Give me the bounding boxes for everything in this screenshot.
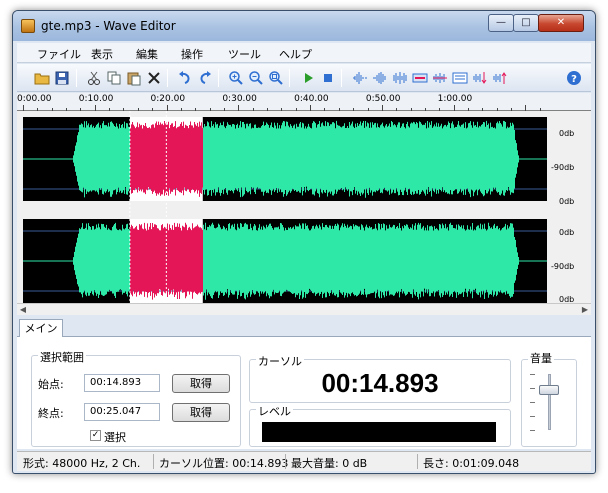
slider-tick xyxy=(530,402,535,403)
window-title: gte.mp3 - Wave Editor xyxy=(41,19,176,33)
status-bar: 形式: 48000 Hz, 2 Ch. カーソル位置: 00:14.893 最大… xyxy=(17,451,591,471)
wave-effect-5-icon[interactable] xyxy=(431,69,449,87)
help-icon[interactable]: ? xyxy=(565,69,583,87)
wave-effect-4-icon[interactable] xyxy=(411,69,429,87)
volume-title: 音量 xyxy=(528,350,554,366)
ruler-label: 1:00.00 xyxy=(437,94,473,104)
level-title: レベル xyxy=(256,403,293,419)
status-separator xyxy=(285,454,286,469)
menu-help[interactable]: ヘルプ xyxy=(279,46,312,62)
toolbar-separator xyxy=(341,69,342,87)
menu-edit[interactable]: 編集 xyxy=(136,46,158,62)
wave-effect-8-icon[interactable] xyxy=(491,69,509,87)
folder-open-icon[interactable] xyxy=(33,69,51,87)
selection-title: 選択範囲 xyxy=(38,349,86,365)
waveform-view[interactable]: 0db -90db 0db 0db -90db 0db xyxy=(17,111,591,304)
app-icon xyxy=(21,19,35,33)
title-bar[interactable]: gte.mp3 - Wave Editor — □ ✕ xyxy=(13,11,595,41)
start-time-input[interactable]: 00:14.893 xyxy=(84,374,160,392)
svg-text:?: ? xyxy=(571,74,577,85)
ruler-label: 0:00.00 xyxy=(17,94,52,104)
status-max-volume: 最大音量: 0 dB xyxy=(291,457,368,470)
menu-tools[interactable]: ツール xyxy=(228,46,261,62)
ruler-label: 0:40.00 xyxy=(294,94,329,104)
volume-slider-track[interactable] xyxy=(548,374,551,430)
delete-icon[interactable] xyxy=(145,69,163,87)
status-separator xyxy=(417,454,418,469)
volume-group: 音量 xyxy=(521,350,577,447)
scroll-left-icon[interactable]: ◀ xyxy=(17,304,29,315)
wave-editor-window: gte.mp3 - Wave Editor — □ ✕ ファイル 表示 編集 操… xyxy=(12,10,596,474)
status-cursor-position: カーソル位置: 00:14.893 xyxy=(159,457,289,470)
select-checkbox[interactable]: ✓ xyxy=(90,430,101,441)
wave-effect-1-icon[interactable] xyxy=(351,69,369,87)
ruler-label: 0:30.00 xyxy=(222,94,257,104)
start-label: 始点: xyxy=(38,378,64,391)
play-icon[interactable] xyxy=(299,69,317,87)
menu-bar: ファイル 表示 編集 操作 ツール ヘルプ xyxy=(17,43,591,63)
redo-icon[interactable] xyxy=(196,69,214,87)
end-label: 終点: xyxy=(38,407,64,420)
zoom-in-icon[interactable] xyxy=(227,69,245,87)
db-label: 0db xyxy=(559,129,575,138)
end-time-input[interactable]: 00:25.047 xyxy=(84,403,160,421)
get-start-button[interactable]: 取得 xyxy=(172,374,230,393)
status-format: 形式: 48000 Hz, 2 Ch. xyxy=(23,457,141,470)
db-label: -90db xyxy=(551,163,575,172)
toolbar-separator xyxy=(76,69,77,87)
volume-slider-thumb[interactable] xyxy=(539,385,559,396)
db-label: -90db xyxy=(551,262,575,271)
minimize-button[interactable]: — xyxy=(488,14,514,32)
zoom-fit-icon[interactable] xyxy=(267,69,285,87)
selection-group: 選択範囲 始点: 00:14.893 取得 終点: 00:25.047 取得 ✓… xyxy=(31,349,241,447)
level-group: レベル xyxy=(249,403,511,447)
toolbar: ? xyxy=(17,64,591,92)
cut-icon[interactable] xyxy=(85,69,103,87)
save-icon[interactable] xyxy=(53,69,71,87)
get-end-button[interactable]: 取得 xyxy=(172,403,230,422)
copy-icon[interactable] xyxy=(105,69,123,87)
cursor-time-display: 00:14.893 xyxy=(321,368,439,398)
select-label: 選択 xyxy=(104,431,126,444)
undo-icon[interactable] xyxy=(176,69,194,87)
menu-file[interactable]: ファイル xyxy=(37,46,81,62)
toolbar-separator xyxy=(289,69,290,87)
time-ruler[interactable]: 0:00.00 0:10.00 0:20.00 0:30.00 0:40.00 0:50.… xyxy=(17,93,591,111)
slider-tick xyxy=(530,374,535,375)
db-label: 0db xyxy=(559,228,575,237)
menu-view[interactable]: 表示 xyxy=(91,46,113,62)
horizontal-scrollbar[interactable]: ◀ ▶ xyxy=(17,303,591,315)
slider-tick xyxy=(530,416,535,417)
paste-icon[interactable] xyxy=(125,69,143,87)
close-button[interactable]: ✕ xyxy=(538,14,584,32)
wave-effect-7-icon[interactable] xyxy=(471,69,489,87)
tab-strip: メイン xyxy=(17,317,591,338)
status-separator xyxy=(153,454,154,469)
wave-effect-6-icon[interactable] xyxy=(451,69,469,87)
toolbar-separator xyxy=(167,69,168,87)
slider-tick xyxy=(530,430,535,431)
ruler-label: 0:20.00 xyxy=(150,94,186,104)
stop-icon[interactable] xyxy=(319,69,337,87)
ruler-label: 0:10.00 xyxy=(78,94,114,104)
waveform-canvas[interactable] xyxy=(17,111,591,303)
wave-effect-3-icon[interactable] xyxy=(391,69,409,87)
cursor-group: カーソル 00:14.893 xyxy=(249,353,511,403)
db-label: 0db xyxy=(559,197,575,206)
wave-effect-2-icon[interactable] xyxy=(371,69,389,87)
slider-tick xyxy=(530,388,535,389)
ruler-label: 0:50.00 xyxy=(365,94,401,104)
scroll-right-icon[interactable]: ▶ xyxy=(579,304,591,315)
tab-main[interactable]: メイン xyxy=(19,319,63,338)
maximize-button[interactable]: □ xyxy=(513,14,539,32)
cursor-title: カーソル xyxy=(256,353,304,369)
zoom-out-icon[interactable] xyxy=(247,69,265,87)
level-meter xyxy=(262,422,496,442)
status-length: 長さ: 0:01:09.048 xyxy=(423,457,520,470)
toolbar-separator xyxy=(218,69,219,87)
menu-operation[interactable]: 操作 xyxy=(181,46,203,62)
main-panel: 選択範囲 始点: 00:14.893 取得 終点: 00:25.047 取得 ✓… xyxy=(17,337,591,449)
